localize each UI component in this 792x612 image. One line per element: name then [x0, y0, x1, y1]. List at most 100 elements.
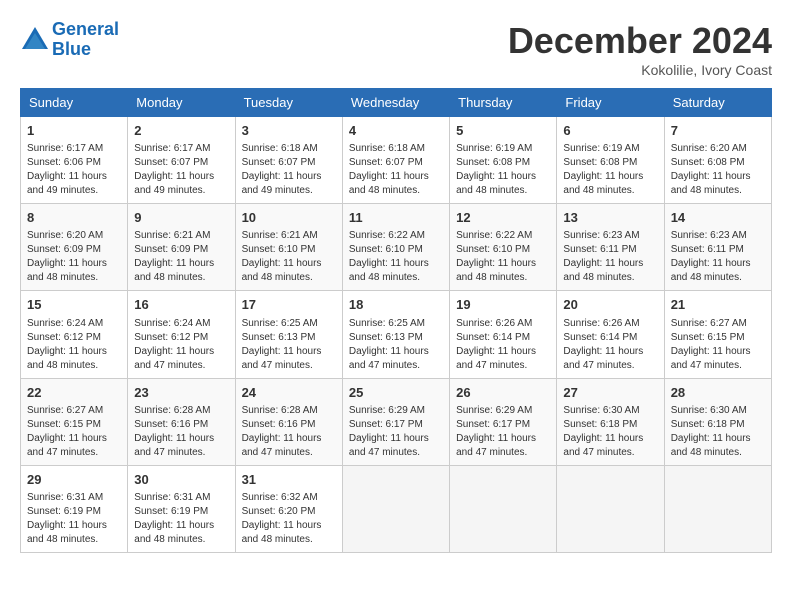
daylight-text: Daylight: 11 hours and 49 minutes.	[27, 171, 107, 196]
sunrise-text: Sunrise: 6:26 AM	[563, 318, 639, 329]
sunrise-text: Sunrise: 6:24 AM	[134, 318, 210, 329]
calendar-row: 29 Sunrise: 6:31 AM Sunset: 6:19 PM Dayl…	[21, 465, 772, 552]
sunset-text: Sunset: 6:11 PM	[671, 244, 744, 255]
sunrise-text: Sunrise: 6:28 AM	[242, 405, 318, 416]
daylight-text: Daylight: 11 hours and 48 minutes.	[242, 258, 322, 283]
sunrise-text: Sunrise: 6:23 AM	[671, 230, 747, 241]
daylight-text: Daylight: 11 hours and 48 minutes.	[671, 258, 751, 283]
sunrise-text: Sunrise: 6:29 AM	[456, 405, 532, 416]
table-row: 8 Sunrise: 6:20 AM Sunset: 6:09 PM Dayli…	[21, 204, 128, 291]
sunset-text: Sunset: 6:12 PM	[27, 332, 101, 343]
day-number: 23	[134, 384, 228, 402]
sunset-text: Sunset: 6:09 PM	[134, 244, 208, 255]
sunset-text: Sunset: 6:10 PM	[456, 244, 530, 255]
sunrise-text: Sunrise: 6:27 AM	[27, 405, 103, 416]
daylight-text: Daylight: 11 hours and 48 minutes.	[671, 433, 751, 458]
daylight-text: Daylight: 11 hours and 49 minutes.	[242, 171, 322, 196]
day-number: 27	[563, 384, 657, 402]
sunset-text: Sunset: 6:06 PM	[27, 157, 101, 168]
day-number: 22	[27, 384, 121, 402]
sunset-text: Sunset: 6:18 PM	[563, 419, 637, 430]
sunrise-text: Sunrise: 6:17 AM	[27, 143, 103, 154]
daylight-text: Daylight: 11 hours and 47 minutes.	[456, 433, 536, 458]
day-number: 11	[349, 209, 443, 227]
day-number: 3	[242, 122, 336, 140]
day-number: 30	[134, 471, 228, 489]
day-number: 1	[27, 122, 121, 140]
day-number: 18	[349, 296, 443, 314]
sunset-text: Sunset: 6:10 PM	[242, 244, 316, 255]
table-row: 5 Sunrise: 6:19 AM Sunset: 6:08 PM Dayli…	[450, 117, 557, 204]
daylight-text: Daylight: 11 hours and 48 minutes.	[27, 258, 107, 283]
sunset-text: Sunset: 6:07 PM	[349, 157, 423, 168]
table-row	[557, 465, 664, 552]
col-thursday: Thursday	[450, 89, 557, 117]
day-number: 7	[671, 122, 765, 140]
sunset-text: Sunset: 6:09 PM	[27, 244, 101, 255]
sunrise-text: Sunrise: 6:20 AM	[27, 230, 103, 241]
day-number: 14	[671, 209, 765, 227]
sunset-text: Sunset: 6:20 PM	[242, 506, 316, 517]
sunset-text: Sunset: 6:07 PM	[134, 157, 208, 168]
daylight-text: Daylight: 11 hours and 48 minutes.	[242, 520, 322, 545]
logo-text: General Blue	[52, 20, 119, 60]
sunset-text: Sunset: 6:16 PM	[242, 419, 316, 430]
calendar-row: 8 Sunrise: 6:20 AM Sunset: 6:09 PM Dayli…	[21, 204, 772, 291]
daylight-text: Daylight: 11 hours and 47 minutes.	[242, 433, 322, 458]
table-row	[664, 465, 771, 552]
logo: General Blue	[20, 20, 119, 60]
calendar-row: 15 Sunrise: 6:24 AM Sunset: 6:12 PM Dayl…	[21, 291, 772, 378]
sunset-text: Sunset: 6:13 PM	[242, 332, 316, 343]
daylight-text: Daylight: 11 hours and 47 minutes.	[134, 433, 214, 458]
daylight-text: Daylight: 11 hours and 47 minutes.	[27, 433, 107, 458]
daylight-text: Daylight: 11 hours and 49 minutes.	[134, 171, 214, 196]
table-row: 23 Sunrise: 6:28 AM Sunset: 6:16 PM Dayl…	[128, 378, 235, 465]
day-number: 12	[456, 209, 550, 227]
col-tuesday: Tuesday	[235, 89, 342, 117]
table-row: 7 Sunrise: 6:20 AM Sunset: 6:08 PM Dayli…	[664, 117, 771, 204]
sunset-text: Sunset: 6:08 PM	[456, 157, 530, 168]
sunset-text: Sunset: 6:14 PM	[456, 332, 530, 343]
sunset-text: Sunset: 6:12 PM	[134, 332, 208, 343]
page-header: General Blue December 2024 Kokolilie, Iv…	[20, 20, 772, 78]
month-title: December 2024	[508, 20, 772, 62]
day-number: 24	[242, 384, 336, 402]
table-row: 28 Sunrise: 6:30 AM Sunset: 6:18 PM Dayl…	[664, 378, 771, 465]
header-row: Sunday Monday Tuesday Wednesday Thursday…	[21, 89, 772, 117]
table-row: 14 Sunrise: 6:23 AM Sunset: 6:11 PM Dayl…	[664, 204, 771, 291]
daylight-text: Daylight: 11 hours and 48 minutes.	[134, 258, 214, 283]
daylight-text: Daylight: 11 hours and 47 minutes.	[671, 346, 751, 371]
table-row: 24 Sunrise: 6:28 AM Sunset: 6:16 PM Dayl…	[235, 378, 342, 465]
sunset-text: Sunset: 6:08 PM	[563, 157, 637, 168]
calendar-table: Sunday Monday Tuesday Wednesday Thursday…	[20, 88, 772, 553]
sunset-text: Sunset: 6:16 PM	[134, 419, 208, 430]
table-row: 26 Sunrise: 6:29 AM Sunset: 6:17 PM Dayl…	[450, 378, 557, 465]
sunset-text: Sunset: 6:18 PM	[671, 419, 745, 430]
sunset-text: Sunset: 6:15 PM	[671, 332, 745, 343]
day-number: 26	[456, 384, 550, 402]
table-row: 25 Sunrise: 6:29 AM Sunset: 6:17 PM Dayl…	[342, 378, 449, 465]
sunrise-text: Sunrise: 6:30 AM	[563, 405, 639, 416]
table-row: 1 Sunrise: 6:17 AM Sunset: 6:06 PM Dayli…	[21, 117, 128, 204]
table-row: 16 Sunrise: 6:24 AM Sunset: 6:12 PM Dayl…	[128, 291, 235, 378]
sunrise-text: Sunrise: 6:26 AM	[456, 318, 532, 329]
sunrise-text: Sunrise: 6:19 AM	[456, 143, 532, 154]
table-row: 12 Sunrise: 6:22 AM Sunset: 6:10 PM Dayl…	[450, 204, 557, 291]
table-row: 13 Sunrise: 6:23 AM Sunset: 6:11 PM Dayl…	[557, 204, 664, 291]
table-row: 30 Sunrise: 6:31 AM Sunset: 6:19 PM Dayl…	[128, 465, 235, 552]
daylight-text: Daylight: 11 hours and 48 minutes.	[349, 171, 429, 196]
sunset-text: Sunset: 6:10 PM	[349, 244, 423, 255]
sunrise-text: Sunrise: 6:28 AM	[134, 405, 210, 416]
col-wednesday: Wednesday	[342, 89, 449, 117]
sunset-text: Sunset: 6:17 PM	[349, 419, 423, 430]
day-number: 25	[349, 384, 443, 402]
col-sunday: Sunday	[21, 89, 128, 117]
table-row: 2 Sunrise: 6:17 AM Sunset: 6:07 PM Dayli…	[128, 117, 235, 204]
table-row: 19 Sunrise: 6:26 AM Sunset: 6:14 PM Dayl…	[450, 291, 557, 378]
sunrise-text: Sunrise: 6:20 AM	[671, 143, 747, 154]
daylight-text: Daylight: 11 hours and 48 minutes.	[134, 520, 214, 545]
sunset-text: Sunset: 6:07 PM	[242, 157, 316, 168]
day-number: 19	[456, 296, 550, 314]
sunrise-text: Sunrise: 6:25 AM	[349, 318, 425, 329]
daylight-text: Daylight: 11 hours and 48 minutes.	[456, 171, 536, 196]
